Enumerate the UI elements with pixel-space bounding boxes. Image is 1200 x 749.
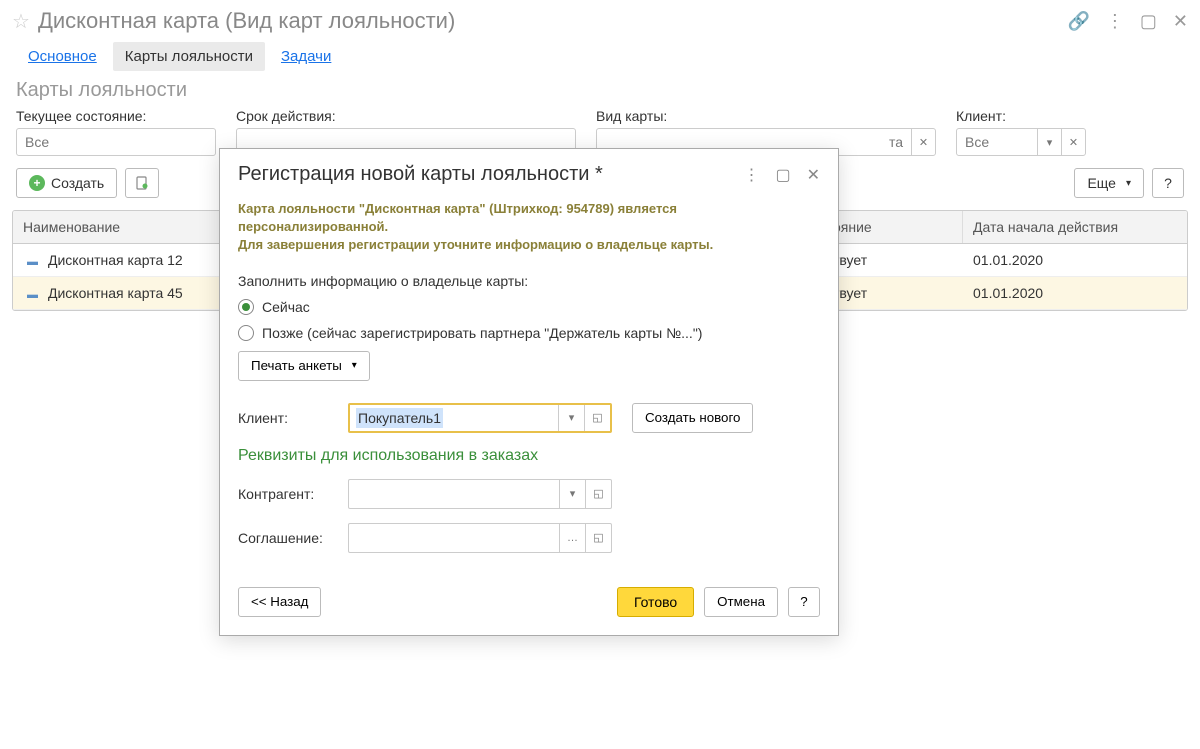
modal-title: Регистрация новой карты лояльности * [238,163,727,186]
row-start: 01.01.2020 [963,244,1187,276]
col-state[interactable]: ояние [823,211,963,243]
favorite-star-icon[interactable]: ☆ [12,9,30,34]
radio-now[interactable]: Сейчас [238,299,820,315]
filter-validity-label: Срок действия: [236,108,576,124]
filter-cardtype-clear-icon[interactable]: ✕ [911,129,935,155]
radio-later-icon [238,325,254,341]
agreement-label: Соглашение: [238,530,338,546]
print-form-label: Печать анкеты [251,358,342,373]
help-label: ? [1164,175,1172,191]
modal-more-icon[interactable]: ⋮ [743,165,759,185]
plus-icon: + [29,175,45,191]
tab-tasks[interactable]: Задачи [269,42,343,71]
modal-help-label: ? [800,594,807,609]
modal-help-button[interactable]: ? [788,587,820,617]
more-button[interactable]: Еще ▾ [1074,168,1144,198]
client-input-combo[interactable]: Покупатель1 ▾ ◱ [348,403,612,433]
tabs: Основное Карты лояльности Задачи [0,42,1200,79]
done-label: Готово [634,594,677,610]
client-open-icon[interactable]: ◱ [584,405,610,431]
create-new-label: Создать нового [645,410,740,425]
filter-client-caret-icon[interactable]: ▾ [1037,129,1061,155]
window-title: Дисконтная карта (Вид карт лояльности) [38,8,1052,34]
modal-footer: << Назад Готово Отмена ? [238,567,820,617]
contractor-open-icon[interactable]: ◱ [585,480,611,508]
modal-hint-line1: Карта лояльности "Дисконтная карта" (Штр… [238,200,820,236]
radio-now-icon [238,299,254,315]
create-button-label: Создать [51,175,104,191]
card-icon: ▬ [27,256,38,268]
create-button[interactable]: + Создать [16,168,117,198]
card-icon: ▬ [27,289,38,301]
tab-main[interactable]: Основное [16,42,109,71]
agreement-ellipsis-icon[interactable]: … [559,524,585,552]
contractor-dropdown-icon[interactable]: ▾ [559,480,585,508]
client-value: Покупатель1 [356,408,443,428]
order-requisites-heading: Реквизиты для использования в заказах [238,447,820,465]
caret-down-icon: ▾ [352,360,357,371]
row-state: твует [823,277,963,309]
agreement-open-icon[interactable]: ◱ [585,524,611,552]
titlebar: ☆ Дисконтная карта (Вид карт лояльности)… [0,0,1200,42]
radio-later-label: Позже (сейчас зарегистрировать партнера … [262,325,702,341]
register-card-modal: Регистрация новой карты лояльности * ⋮ ▢… [219,148,839,636]
tab-loyalty-cards[interactable]: Карты лояльности [113,42,265,71]
cancel-label: Отмена [717,594,765,609]
row-state: твует [823,244,963,276]
fill-owner-label: Заполнить информацию о владельце карты: [238,273,820,289]
copy-button[interactable] [125,168,159,198]
contractor-input[interactable] [349,480,559,508]
modal-hint-line2: Для завершения регистрации уточните инфо… [238,236,820,254]
filter-state-dropdown[interactable]: Все [16,128,216,156]
print-form-button[interactable]: Печать анкеты ▾ [238,351,370,381]
contractor-label: Контрагент: [238,486,338,502]
close-icon[interactable]: ✕ [1173,11,1188,32]
modal-close-icon[interactable]: ✕ [807,165,820,185]
modal-hint: Карта лояльности "Дисконтная карта" (Штр… [238,200,820,255]
row-name: Дисконтная карта 45 [48,285,183,301]
filter-client-dropdown[interactable]: Все ▾ ✕ [956,128,1086,156]
modal-header: Регистрация новой карты лояльности * ⋮ ▢… [220,149,838,196]
create-new-client-button[interactable]: Создать нового [632,403,753,433]
section-title: Карты лояльности [0,79,1200,108]
filter-cardtype-label: Вид карты: [596,108,936,124]
filter-client-value: Все [957,134,1037,150]
help-button[interactable]: ? [1152,168,1184,198]
filter-client-label: Клиент: [956,108,1086,124]
row-name: Дисконтная карта 12 [48,252,183,268]
modal-maximize-icon[interactable]: ▢ [775,165,790,185]
link-icon[interactable]: 🔗 [1067,11,1089,32]
radio-now-label: Сейчас [262,299,310,315]
row-start: 01.01.2020 [963,277,1187,309]
agreement-input[interactable] [349,524,559,552]
maximize-icon[interactable]: ▢ [1140,11,1157,32]
filter-state-value: Все [17,134,215,150]
cancel-button[interactable]: Отмена [704,587,778,617]
agreement-input-combo[interactable]: … ◱ [348,523,612,553]
more-vert-icon[interactable]: ⋮ [1106,11,1124,32]
filter-client-clear-icon[interactable]: ✕ [1061,129,1085,155]
client-label: Клиент: [238,410,338,426]
contractor-input-combo[interactable]: ▾ ◱ [348,479,612,509]
caret-down-icon: ▾ [1126,178,1131,189]
back-label: << Назад [251,594,308,609]
done-button[interactable]: Готово [617,587,694,617]
radio-later[interactable]: Позже (сейчас зарегистрировать партнера … [238,325,820,341]
filter-state-label: Текущее состояние: [16,108,216,124]
col-start-date[interactable]: Дата начала действия [963,211,1187,243]
document-icon [134,175,150,191]
client-dropdown-icon[interactable]: ▾ [558,405,584,431]
more-button-label: Еще [1087,175,1116,191]
back-button[interactable]: << Назад [238,587,321,617]
